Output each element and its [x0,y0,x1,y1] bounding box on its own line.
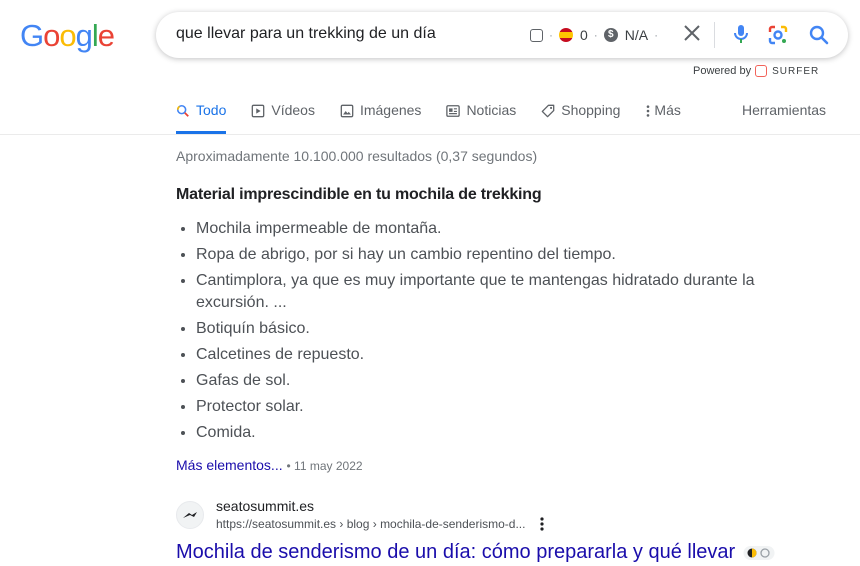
tab-label: Todo [196,102,227,118]
spain-flag-icon [559,28,573,42]
snippet-list: Mochila impermeable de montaña. Ropa de … [176,218,796,448]
result-title: Mochila de senderismo de un día: cómo pr… [176,541,736,563]
snippet-title: Material imprescindible en tu mochila de… [176,186,542,203]
snippet-date: 11 may 2022 [294,459,363,473]
separator-dot: · [654,28,659,42]
dollar-icon: $ [603,28,618,42]
powered-by-brand: SURFER [772,65,820,77]
tabs-divider [0,134,860,135]
list-item: Mochila impermeable de montaña. [196,218,796,240]
tab-videos[interactable]: Vídeos [251,102,315,134]
checkbox[interactable] [530,28,543,42]
result-stats: Aproximadamente 10.100.000 resultados (0… [176,148,538,164]
site-name: seatosummit.es [216,498,315,514]
logo-letter: o [43,18,60,53]
tab-label: Vídeos [271,102,315,118]
list-item: Botiquín básico. [196,318,796,340]
tab-label: Más [654,102,681,118]
logo-letter: o [59,18,76,53]
google-logo[interactable]: Google [20,18,115,54]
search-input[interactable]: que llevar para un trekking de un día [176,25,436,43]
tab-noticias[interactable]: Noticias [446,102,516,134]
separator-dot: · [593,28,598,42]
result-title-link[interactable]: Mochila de senderismo de un día: cómo pr… [176,541,775,564]
logo-letter: G [20,18,44,53]
list-item: Calcetines de repuesto. [196,344,796,366]
separator-dot: · [549,28,553,42]
clear-icon[interactable] [682,23,702,43]
more-options-icon[interactable] [538,516,546,532]
surfer-logo-icon [755,65,768,77]
widget-count: 0 [580,27,588,43]
list-item: Ropa de abrigo, por si hay un cambio rep… [196,244,796,266]
microphone-icon[interactable] [729,22,753,46]
tab-shopping[interactable]: Shopping [541,102,620,134]
list-item: Gafas de sol. [196,370,796,392]
list-item: Protector solar. [196,396,796,418]
separator-dot: • [286,459,295,473]
list-item: Cantimplora, ya que es muy importante qu… [196,270,796,314]
search-icon [176,104,189,117]
more-items-link[interactable]: Más elementos... [176,457,283,473]
divider [714,22,715,48]
tag-icon [541,104,555,118]
site-url: https://seatosummit.es › blog › mochila-… [216,517,526,531]
seatosummit-logo-icon [183,512,197,518]
extension-badge-icon [743,545,775,560]
image-icon [340,104,354,118]
widget-value: N/A [624,27,649,43]
surfer-widget: · 0 · $ N/A · [530,26,664,44]
logo-letter: g [75,18,93,53]
tab-label: Imágenes [359,102,422,118]
powered-by-label: Powered by [693,65,752,77]
search-icon[interactable] [807,23,831,47]
snippet-footer: Más elementos... • 11 may 2022 [176,457,363,473]
logo-letter: e [97,18,115,53]
google-lens-icon[interactable] [766,23,790,47]
news-icon [446,105,461,117]
tab-imagenes[interactable]: Imágenes [340,102,421,134]
tab-todo[interactable]: Todo [176,102,227,134]
tab-label: Noticias [466,102,517,118]
search-box[interactable]: que llevar para un trekking de un día · … [156,12,848,58]
site-favicon[interactable] [176,501,204,529]
video-icon [252,104,265,118]
tab-label: Shopping [561,102,621,118]
tab-mas[interactable]: Más [645,102,681,134]
list-item: Comida. [196,422,796,444]
tools-button[interactable]: Herramientas [742,102,826,118]
more-vert-icon [647,105,650,117]
powered-by[interactable]: Powered by SURFER [693,65,819,77]
search-tabs: Todo Vídeos Imágenes Noticias Shopping M… [176,102,706,134]
